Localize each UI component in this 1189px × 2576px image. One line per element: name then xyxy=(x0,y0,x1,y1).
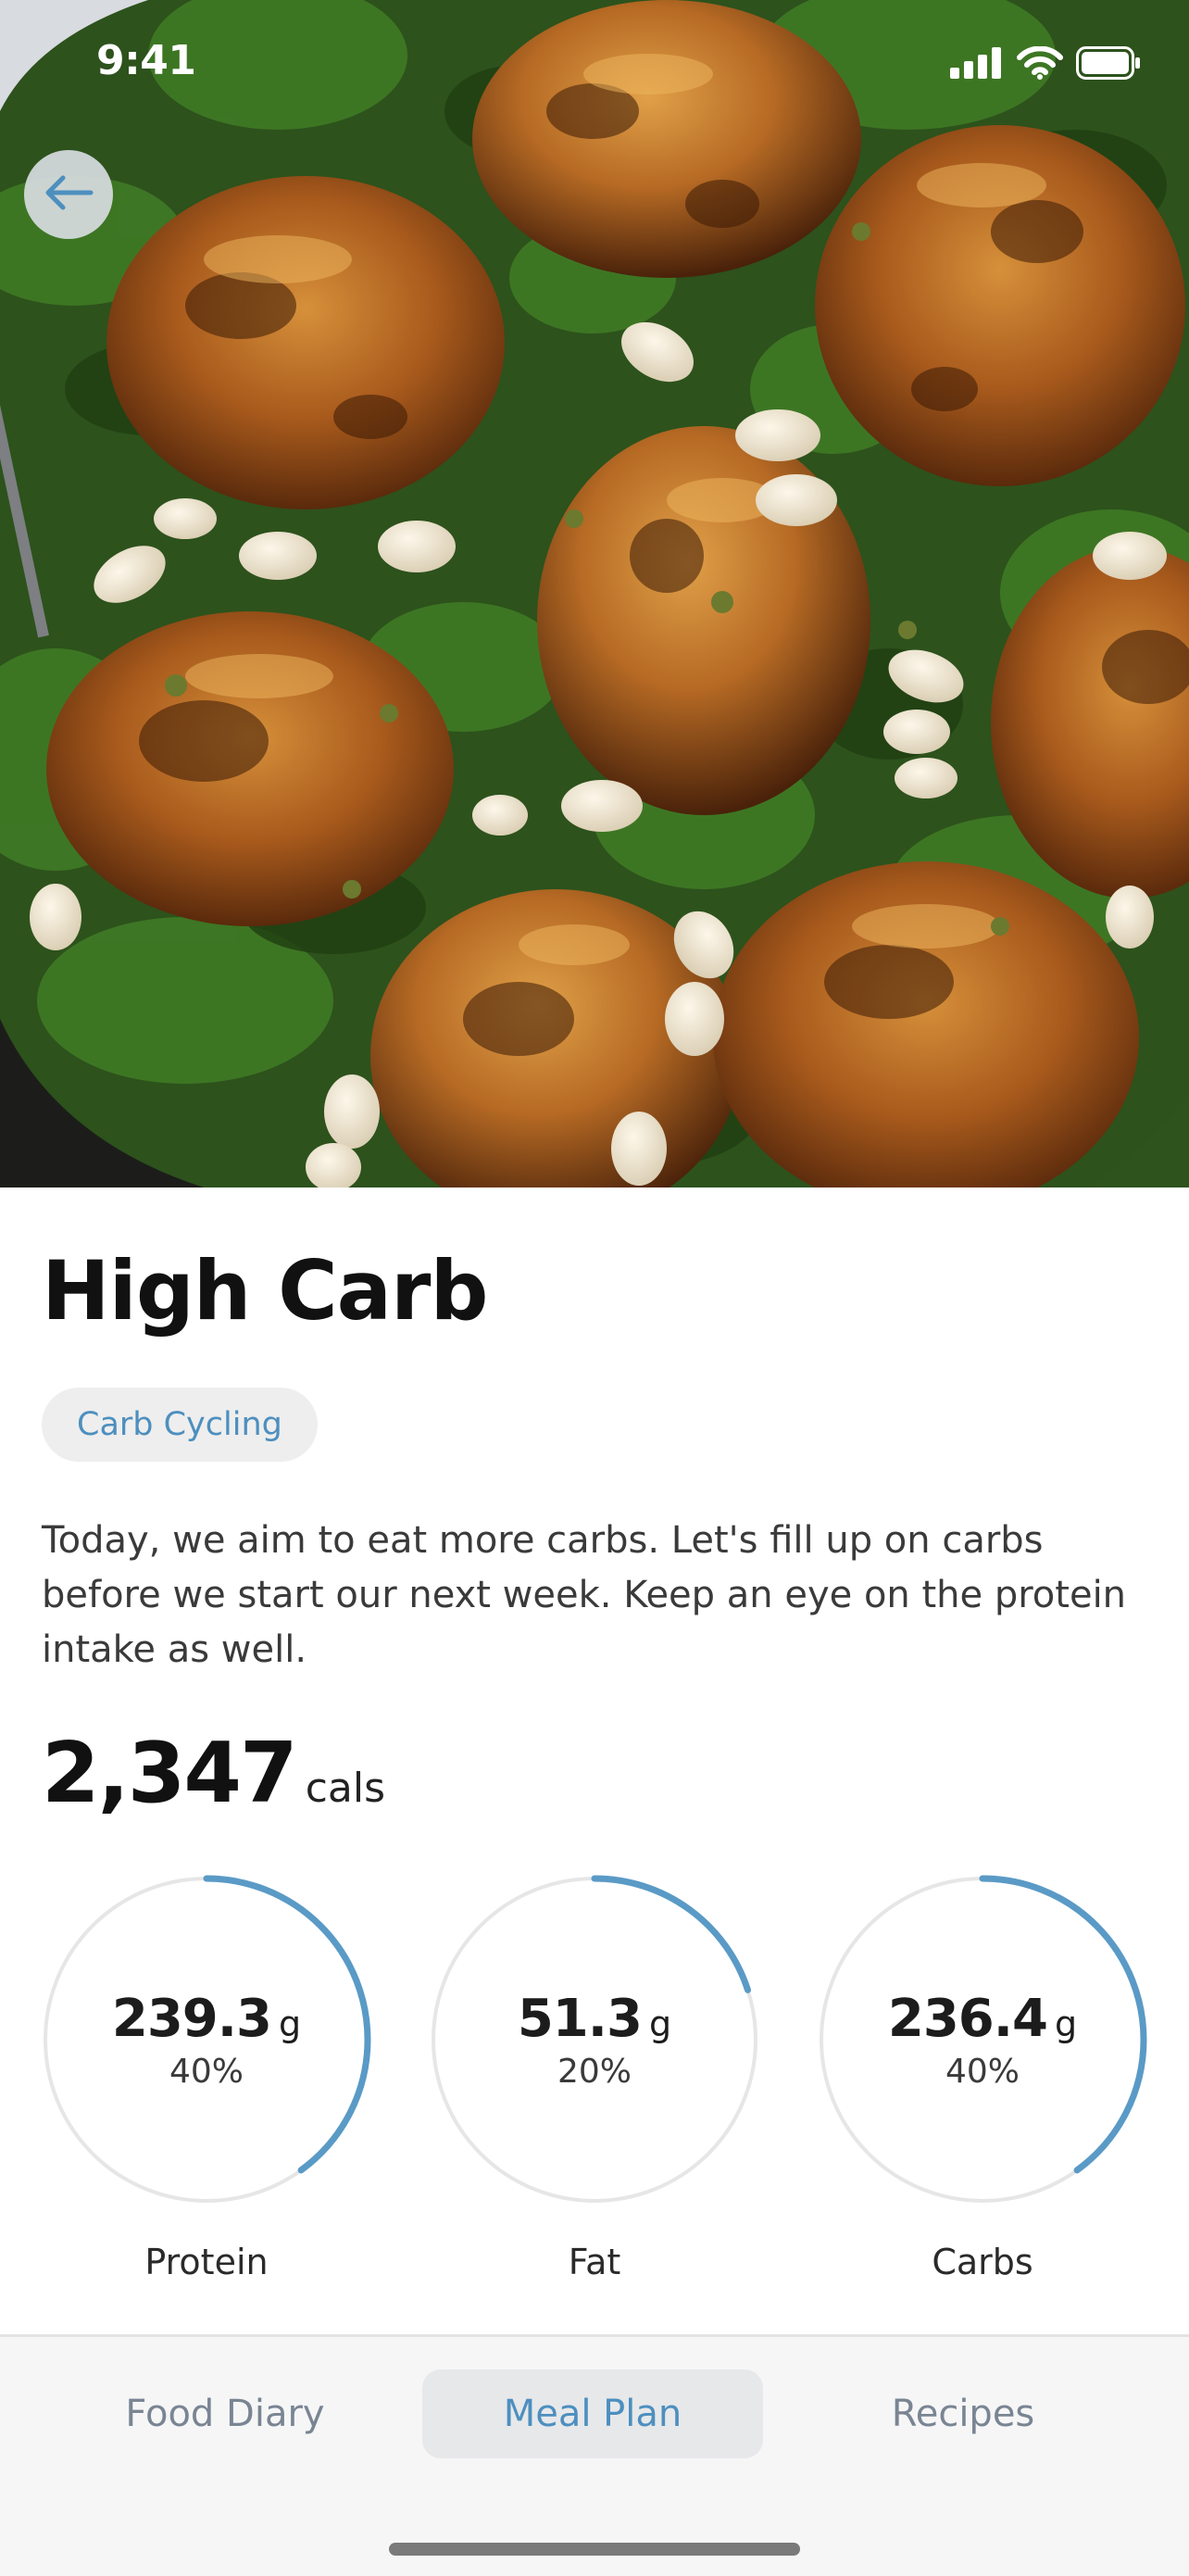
tab-recipes[interactable]: Recipes xyxy=(815,2369,1111,2458)
macro-unit: g xyxy=(649,2004,672,2044)
macro-label: Carbs xyxy=(932,2242,1033,2282)
home-indicator xyxy=(389,2543,800,2556)
bottom-tab-bar: Food Diary Meal Plan Recipes xyxy=(0,2334,1189,2576)
tab-food-diary[interactable]: Food Diary xyxy=(77,2369,373,2458)
back-button[interactable] xyxy=(24,150,113,239)
macro-protein: 239.3 g 40% Protein xyxy=(40,1873,373,2327)
calories-value: 2,347 xyxy=(42,1725,298,1822)
macro-percent: 20% xyxy=(557,2053,632,2091)
macro-label: Protein xyxy=(144,2242,269,2282)
category-tag[interactable]: Carb Cycling xyxy=(42,1388,318,1462)
macro-grams: 236.4 xyxy=(887,1989,1048,2049)
macro-carbs: 236.4 g 40% Carbs xyxy=(816,1873,1149,2327)
macro-percent: 40% xyxy=(945,2053,1020,2091)
macro-grams: 51.3 xyxy=(517,1989,643,2049)
hero-food-image xyxy=(0,0,1189,1187)
tab-meal-plan[interactable]: Meal Plan xyxy=(422,2369,763,2458)
cellular-signal-icon xyxy=(950,47,1004,82)
macro-unit: g xyxy=(279,2004,302,2044)
status-time: 9:41 xyxy=(96,37,196,84)
macro-percent: 40% xyxy=(169,2053,244,2091)
macros-section: 239.3 g 40% Protein 51.3 g 20% Fat 236.4… xyxy=(0,1873,1189,2392)
battery-icon xyxy=(1076,46,1141,83)
macro-label: Fat xyxy=(568,2242,621,2282)
calories-unit: cals xyxy=(305,1765,385,1812)
macro-grams: 239.3 xyxy=(111,1989,272,2049)
macro-unit: g xyxy=(1055,2004,1078,2044)
calories-summary: 2,347 cals xyxy=(42,1725,385,1822)
status-bar: 9:41 xyxy=(0,0,1189,130)
arrow-left-icon xyxy=(43,174,94,215)
page-title: High Carb xyxy=(42,1243,488,1338)
status-icons xyxy=(950,45,1141,83)
meal-description: Today, we aim to eat more carbs. Let's f… xyxy=(42,1519,1127,1671)
macro-fat: 51.3 g 20% Fat xyxy=(428,1873,761,2327)
wifi-icon xyxy=(1017,45,1063,83)
